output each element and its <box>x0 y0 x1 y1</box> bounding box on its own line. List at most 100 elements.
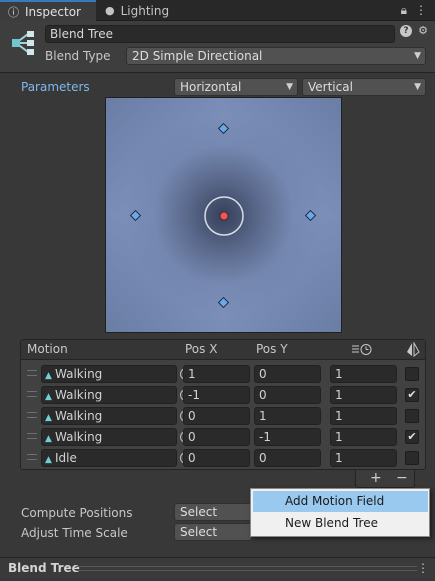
add-button[interactable]: + <box>370 470 382 486</box>
lock-icon[interactable]: 🔒︎ <box>401 3 407 18</box>
motion-name: Walking <box>55 409 103 423</box>
motion-row: ▲ Walking 1 0 1 <box>21 363 425 384</box>
animation-clip-icon: ▲ <box>45 434 52 444</box>
preview-footer: Blend Tree ⋮ <box>0 557 435 578</box>
blend-type-label: Blend Type <box>45 49 111 63</box>
remove-button[interactable]: − <box>396 470 408 486</box>
motion-point[interactable] <box>217 122 230 135</box>
chevron-down-icon: ▼ <box>286 82 293 92</box>
mirror-checkbox[interactable] <box>405 451 419 465</box>
motion-field[interactable]: ▲ Idle <box>41 449 192 467</box>
tab-bar-controls: 🔒︎ ⋮ <box>401 3 427 18</box>
header-pos-y: Pos Y <box>256 342 288 356</box>
motion-field[interactable]: ▲ Walking <box>41 407 192 425</box>
motion-row: ▲ Walking 0 1 1 <box>21 405 425 426</box>
compute-positions-label: Compute Positions <box>21 506 133 520</box>
pos-y-field[interactable]: 0 <box>254 365 321 383</box>
motion-point[interactable] <box>304 209 317 222</box>
mirror-checkbox[interactable] <box>405 409 419 423</box>
chevron-down-icon: ▼ <box>414 51 421 61</box>
blend-type-dropdown[interactable]: 2D Simple Directional ▼ <box>126 47 426 65</box>
parameters-label[interactable]: Parameters <box>21 80 90 94</box>
kebab-menu-icon[interactable]: ⋮ <box>415 3 427 18</box>
animation-clip-icon: ▲ <box>45 371 52 381</box>
menu-item-new-blend-tree[interactable]: New Blend Tree <box>253 513 428 534</box>
motion-row: ▲ Walking -1 0 1 ✔ <box>21 384 425 405</box>
drag-handle-icon[interactable] <box>27 391 37 397</box>
drag-handle-icon[interactable] <box>27 454 37 460</box>
mirror-checkbox[interactable] <box>405 367 419 381</box>
header-icons: ? ⚙ <box>400 25 429 37</box>
motion-list-header: Motion Pos X Pos Y <box>21 340 425 360</box>
y-parameter-value: Vertical <box>308 80 353 94</box>
settings-icon[interactable]: ⚙ <box>417 25 429 37</box>
mirror-icon <box>407 342 420 357</box>
x-parameter-value: Horizontal <box>180 80 242 94</box>
menu-item-add-motion-field[interactable]: Add Motion Field <box>253 491 428 512</box>
tab-lighting[interactable]: ● Lighting <box>100 0 180 21</box>
motion-field[interactable]: ▲ Walking <box>41 365 192 383</box>
blend-position-handle[interactable] <box>219 211 229 221</box>
speed-field[interactable]: 1 <box>330 428 397 446</box>
motion-point[interactable] <box>217 296 230 309</box>
motion-point[interactable] <box>129 209 142 222</box>
pos-y-field[interactable]: 1 <box>254 407 321 425</box>
tab-inspector-label: Inspector <box>25 4 81 19</box>
help-icon[interactable]: ? <box>400 25 412 37</box>
bulb-icon: ● <box>105 4 115 17</box>
tab-lighting-label: Lighting <box>120 3 170 18</box>
motion-name: Walking <box>55 367 103 381</box>
pos-x-field[interactable]: 0 <box>183 449 250 467</box>
pos-y-field[interactable]: 0 <box>254 386 321 404</box>
motion-name: Walking <box>55 388 103 402</box>
speed-field[interactable]: 1 <box>330 365 397 383</box>
pos-y-field[interactable]: -1 <box>254 428 321 446</box>
kebab-menu-icon[interactable]: ⋮ <box>417 561 429 575</box>
motion-field[interactable]: ▲ Walking <box>41 428 192 446</box>
x-parameter-dropdown[interactable]: Horizontal ▼ <box>174 78 298 96</box>
y-parameter-dropdown[interactable]: Vertical ▼ <box>302 78 426 96</box>
adjust-time-scale-dropdown[interactable]: Select <box>174 523 252 541</box>
blend-space-visualization[interactable] <box>105 97 342 333</box>
drag-handle-icon[interactable] <box>27 370 37 376</box>
drag-handle-icon[interactable] <box>27 412 37 418</box>
blend-type-value: 2D Simple Directional <box>132 49 263 63</box>
header-pos-x: Pos X <box>185 342 218 356</box>
name-field[interactable]: Blend Tree <box>45 25 395 43</box>
compute-positions-dropdown[interactable]: Select <box>174 503 252 521</box>
add-motion-menu: Add Motion Field New Blend Tree <box>250 488 430 537</box>
blend-tree-icon <box>12 31 34 55</box>
footer-title: Blend Tree <box>8 561 80 575</box>
speed-field[interactable]: 1 <box>330 407 397 425</box>
inspector-header: Blend Tree ? ⚙ Blend Type 2D Simple Dire… <box>0 21 435 73</box>
info-icon: ⓘ <box>8 5 19 19</box>
animation-clip-icon: ▲ <box>45 392 52 402</box>
time-scale-icon <box>352 344 372 355</box>
motion-list: Motion Pos X Pos Y ▲ Walking 1 0 1 ▲ Walki… <box>20 339 426 470</box>
header-motion: Motion <box>27 342 68 356</box>
pos-x-field[interactable]: 0 <box>183 428 250 446</box>
animation-clip-icon: ▲ <box>45 413 52 423</box>
adjust-time-scale-value: Select <box>180 525 218 539</box>
pos-x-field[interactable]: -1 <box>183 386 250 404</box>
mirror-checkbox[interactable]: ✔ <box>405 388 419 402</box>
checkmark-icon: ✔ <box>407 430 417 443</box>
motion-name: Walking <box>55 430 103 444</box>
chevron-down-icon: ▼ <box>414 82 421 92</box>
pos-x-field[interactable]: 1 <box>183 365 250 383</box>
mirror-checkbox[interactable]: ✔ <box>405 430 419 444</box>
tab-inspector[interactable]: ⓘ Inspector <box>0 0 96 21</box>
pos-y-field[interactable]: 0 <box>254 449 321 467</box>
adjust-time-scale-label: Adjust Time Scale <box>21 526 128 540</box>
tab-bar: ⓘ Inspector ● Lighting 🔒︎ ⋮ <box>0 0 435 21</box>
list-add-remove: + − <box>355 470 415 488</box>
motion-name: Idle <box>55 451 77 465</box>
resize-grip[interactable] <box>76 566 417 571</box>
motion-row: ▲ Idle 0 0 1 <box>21 447 425 468</box>
checkmark-icon: ✔ <box>407 388 417 401</box>
motion-field[interactable]: ▲ Walking <box>41 386 192 404</box>
speed-field[interactable]: 1 <box>330 386 397 404</box>
drag-handle-icon[interactable] <box>27 433 37 439</box>
pos-x-field[interactable]: 0 <box>183 407 250 425</box>
speed-field[interactable]: 1 <box>330 449 397 467</box>
